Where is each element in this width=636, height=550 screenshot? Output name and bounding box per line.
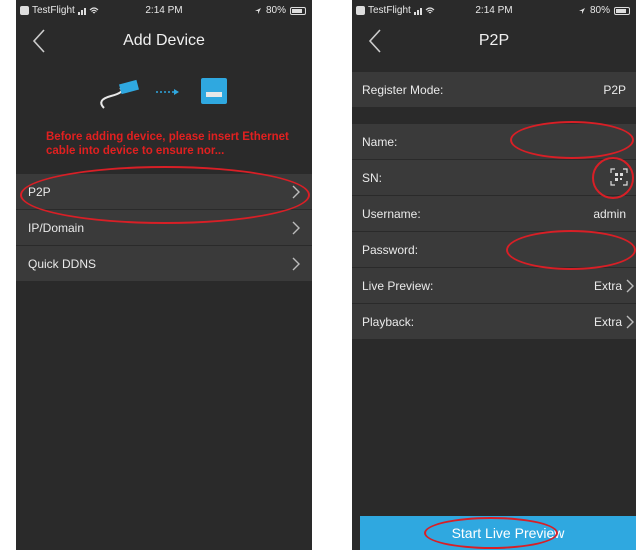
start-live-preview-button[interactable]: Start Live Preview (360, 516, 636, 550)
battery-label: 80% (265, 5, 286, 16)
chevron-right-icon (292, 257, 300, 271)
page-title: P2P (478, 32, 510, 49)
location-icon (578, 7, 585, 14)
ethernet-cable-illustration (100, 78, 227, 109)
nav-bar: P2P (352, 22, 636, 62)
status-bar: TestFlight 2:14 PM 80% (16, 0, 312, 20)
name-field[interactable]: Name: (352, 124, 636, 160)
ethernet-warning: Before adding device, please insert Ethe… (46, 131, 289, 157)
live-preview-value: Extra (593, 278, 622, 293)
battery-icon (614, 6, 630, 15)
page-title: Add Device (123, 32, 205, 49)
playback-value: Extra (593, 314, 622, 329)
battery-label: 80% (589, 5, 610, 16)
chevron-right-icon (626, 315, 634, 329)
field-label: Register Mode: (362, 82, 444, 97)
list-item-label: Quick DDNS (28, 256, 97, 271)
add-method-list: P2P IP/Domain Quick DDNS (16, 174, 312, 282)
chevron-right-icon (626, 279, 634, 293)
register-mode-section: Register Mode: P2P (352, 72, 636, 108)
live-preview-field[interactable]: Live Preview: Extra (352, 268, 636, 304)
device-fields-list: Name: SN: Username: admin Password: Live… (352, 124, 636, 340)
chevron-right-icon (292, 221, 300, 235)
field-label: Username: (362, 206, 421, 221)
add-method-p2p[interactable]: P2P (16, 174, 312, 210)
username-field[interactable]: Username: admin (352, 196, 636, 232)
qr-scan-icon[interactable] (610, 168, 628, 186)
field-label: Password: (362, 242, 419, 257)
location-icon (254, 7, 261, 14)
battery-icon (290, 6, 306, 15)
field-label: Live Preview: (362, 278, 434, 293)
status-bar: TestFlight 2:14 PM 80% (352, 0, 636, 20)
p2p-screen: TestFlight 2:14 PM 80% P2P Register Mode… (352, 0, 636, 550)
list-item-label: P2P (28, 184, 51, 199)
playback-field[interactable]: Playback: Extra (352, 304, 636, 340)
nav-bar: Add Device (16, 22, 312, 62)
password-field[interactable]: Password: (352, 232, 636, 268)
add-method-quick-ddns[interactable]: Quick DDNS (16, 246, 312, 282)
register-mode-value: P2P (603, 82, 626, 97)
sn-field[interactable]: SN: (352, 160, 636, 196)
add-method-ip-domain[interactable]: IP/Domain (16, 210, 312, 246)
field-label: SN: (362, 170, 383, 185)
add-device-screen: TestFlight 2:14 PM 80% Add Device Before… (16, 0, 312, 550)
field-label: Playback: (362, 314, 415, 329)
list-item-label: IP/Domain (28, 220, 85, 235)
chevron-right-icon (292, 185, 300, 199)
register-mode-row[interactable]: Register Mode: P2P (352, 72, 636, 108)
field-label: Name: (362, 134, 398, 149)
username-value[interactable]: admin (593, 207, 626, 221)
